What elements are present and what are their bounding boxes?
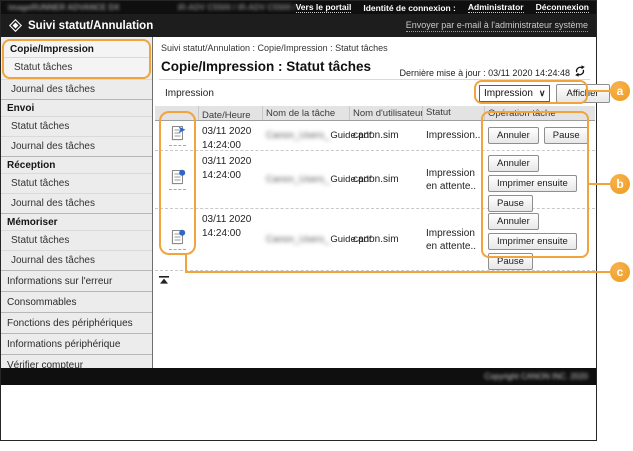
callout-frame-a [474,80,588,104]
mail-admin-link[interactable]: Envoyer par e-mail à l'administrateur sy… [405,20,588,32]
callout-line-b [587,183,612,185]
job-time: 14:24:00 [202,169,241,181]
sidebar-group-memoriser: Mémoriser [1,213,152,230]
job-time: 14:24:00 [202,139,241,151]
callout-line-c-horizontal [185,271,612,273]
footer-bar: Copyright CANON INC. 2020 [1,368,596,385]
copyright-text: Copyright CANON INC. 2020 [484,372,588,381]
sidebar-item-statut-taches-copie[interactable]: Statut tâches [4,57,149,77]
column-header-date: Date/Heure [199,106,263,120]
sidebar-item-journal-taches-reception[interactable]: Journal des tâches [1,193,152,213]
device-logo: imageRUNNER ADVANCE DX [8,3,120,12]
manual-screenshot-page: imageRUNNER ADVANCE DX iR-ADV C5500 / iR… [0,0,633,451]
job-user: canon.sim [353,234,399,245]
callout-badge-a: a [610,81,630,101]
top-bar-links: Vers le portail Identité de connexion : … [295,2,589,13]
job-status: Impression en attente.. [426,167,477,192]
job-user: canon.sim [353,130,399,141]
sidebar-group-reception: Réception [1,156,152,173]
job-status: Impression en attente.. [426,227,477,252]
job-date: 03/11 2020 [202,126,252,137]
sidebar-active-highlight: Copie/Impression Statut tâches [2,39,151,79]
sidebar-item-statut-taches-envoi[interactable]: Statut tâches [1,116,152,136]
portal-link[interactable]: Vers le portail [295,2,352,13]
sidebar-item-journal-taches-memoriser[interactable]: Journal des tâches [1,250,152,270]
job-user: canon.sim [353,174,399,185]
device-model-text: iR-ADV C5500 / iR-ADV C5500 / [177,3,296,12]
sidebar-item-consommables[interactable]: Consommables [1,291,152,312]
sidebar-item-statut-taches-memoriser[interactable]: Statut tâches [1,230,152,250]
column-header-job-name: Nom de la tâche [263,106,350,120]
callout-badge-c: c [610,262,630,282]
breadcrumb: Suivi statut/Annulation : Copie/Impressi… [161,43,388,53]
callout-frame-b [481,111,589,258]
callout-frame-c [159,111,196,255]
column-header-user: Nom d'utilisateur [350,106,423,120]
sidebar-item-fonctions-peripheriques[interactable]: Fonctions des périphériques [1,312,152,333]
sidebar-item-informations-erreur[interactable]: Informations sur l'erreur [1,270,152,291]
top-bar: imageRUNNER ADVANCE DX iR-ADV C5500 / iR… [1,1,596,14]
job-time: 14:24:00 [202,227,241,239]
callout-line-a [586,90,612,92]
last-update-text: Dernière mise à jour : 03/11 2020 14:24:… [399,68,570,78]
sidebar-group-envoi: Envoi [1,99,152,116]
job-status: Impression.. [426,130,481,141]
sidebar-item-journal-taches-envoi[interactable]: Journal des tâches [1,136,152,156]
page-title: Copie/Impression : Statut tâches [161,59,372,74]
app-bar: Suivi statut/Annulation Envoyer par e-ma… [1,14,596,37]
callout-badge-b: b [610,174,630,194]
job-name-redacted: Canon_Users_ [266,130,330,141]
login-user-link[interactable]: Administrator [467,2,524,13]
job-name-redacted: Canon_Users_ [266,234,330,245]
login-identity-label: Identité de connexion : [363,2,456,13]
scroll-to-top-icon[interactable] [159,276,169,284]
logout-link[interactable]: Déconnexion [535,2,589,13]
column-header-status: Statut [423,106,485,120]
section-label: Impression [165,88,214,99]
sidebar-group-copie-impression: Copie/Impression [10,44,94,55]
job-name-redacted: Canon_Users_ [266,174,330,185]
status-monitor-diamond-icon [9,19,22,32]
sidebar-item-informations-peripherique[interactable]: Informations périphérique [1,333,152,354]
sidebar-item-journal-taches-copie[interactable]: Journal des tâches [1,79,152,99]
job-date: 03/11 2020 [202,156,252,167]
viewport-empty-space [1,385,596,440]
sidebar: Copie/Impression Statut tâches Journal d… [1,37,153,371]
job-date: 03/11 2020 [202,214,252,225]
app-title: Suivi statut/Annulation [28,19,154,32]
sidebar-item-statut-taches-reception[interactable]: Statut tâches [1,173,152,193]
